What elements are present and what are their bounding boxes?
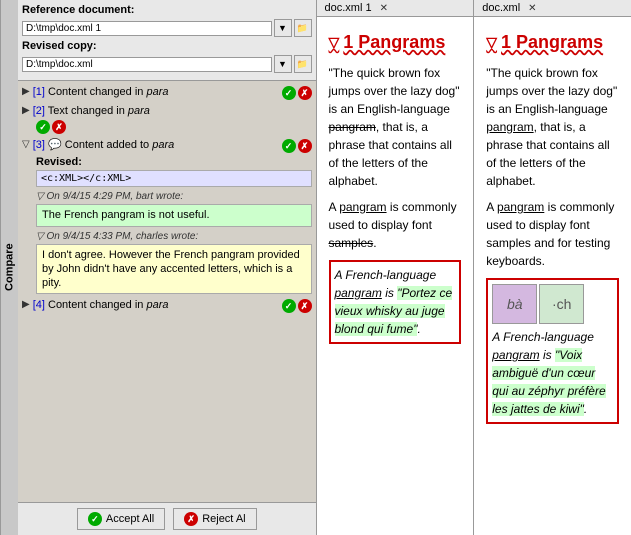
change-3-text: [3] 💬 Content added to para [33,138,280,152]
doc1-close[interactable]: ✕ [380,3,388,14]
change-4-header[interactable]: ▶ [4] Content changed in para ✓ ✗ [22,298,312,313]
doc2-title: ▽ 1 Pangrams [486,29,619,56]
doc1-title-arrow: ▽ [329,32,340,53]
doc2-pangram-underline: pangram [486,120,533,134]
change-2-num: [2] [33,105,45,117]
reject-all-label: Reject Al [202,513,245,525]
doc2-images: bà ·ch [492,284,613,324]
revised-label-3: Revised: [36,156,312,168]
revised-folder-button[interactable]: 📁 [294,55,312,73]
reference-browse-button[interactable]: ▼ [274,19,292,37]
doc1-samples-strike: samples [329,236,374,250]
main-container: Compare Reference document: ▼ 📁 Revised … [0,0,631,535]
doc-panel-1: doc.xml 1 ✕ ▽ 1 Pangrams "The quick brow… [316,0,474,535]
doc1-pangram2: pangram [339,200,386,214]
sidebar: Compare Reference document: ▼ 📁 Revised … [0,0,316,535]
reference-folder-button[interactable]: 📁 [294,19,312,37]
change-item-3: ▽ [3] 💬 Content added to para ✓ ✗ Revise… [22,138,312,294]
change-2-header[interactable]: ▶ [2] Text changed in para [22,104,312,118]
accept-all-icon: ✓ [88,512,102,526]
reference-label: Reference document: [22,4,134,16]
doc1-tab[interactable]: doc.xml 1 ✕ [317,0,474,17]
doc2-tab-label: doc.xml [482,2,520,14]
change-4-arrow: ▶ [22,299,30,310]
change-2-reject[interactable]: ✗ [52,120,66,134]
doc2-img-ba: bà [492,284,537,324]
doc2-french-text: A French-language pangram is "Voix ambig… [492,330,605,416]
change-item-1: ▶ [1] Content changed in para ✓ ✗ [22,85,312,100]
change-1-para: para [146,86,168,98]
doc1-title-text: 1 Pangrams [343,29,445,56]
revised-label: Revised copy: [22,40,97,52]
change-4-icons: ✓ ✗ [282,299,312,313]
change-3-icons: ✓ ✗ [282,139,312,153]
bottom-bar: ✓ Accept All ✗ Reject Al [18,502,316,535]
change-4-accept[interactable]: ✓ [282,299,296,313]
change-1-arrow: ▶ [22,86,30,97]
change-4-reject[interactable]: ✗ [298,299,312,313]
doc2-tab[interactable]: doc.xml ✕ [474,0,631,17]
comment-1-header: ▽ On 9/4/15 4:29 PM, bart wrote: [36,191,312,202]
change-1-icons: ✓ ✗ [282,86,312,100]
change-3-expanded: Revised: <c:XML></c:XML> ▽ On 9/4/15 4:2… [22,156,312,294]
change-3-num: [3] [33,139,45,151]
change-1-num: [1] [33,86,45,98]
change-1-header[interactable]: ▶ [1] Content changed in para ✓ ✗ [22,85,312,100]
change-2-accept[interactable]: ✓ [36,120,50,134]
change-item-4: ▶ [4] Content changed in para ✓ ✗ [22,298,312,313]
change-3-header[interactable]: ▽ [3] 💬 Content added to para ✓ ✗ [22,138,312,153]
compare-label: Compare [0,0,18,535]
comment-2-body: I don't agree. However the French pangra… [36,244,312,295]
change-4-num: [4] [33,299,45,311]
doc1-para1: "The quick brown fox jumps over the lazy… [329,64,462,190]
doc2-title-text: 1 Pangrams [501,29,603,56]
reference-path-input[interactable] [22,21,272,36]
doc1-tab-label: doc.xml 1 [325,2,372,14]
revised-browse-button[interactable]: ▼ [274,55,292,73]
change-2-arrow: ▶ [22,105,30,116]
change-4-para: para [146,299,168,311]
changes-list: ▶ [1] Content changed in para ✓ ✗ ▶ [18,81,316,502]
comment-1-body: The French pangram is not useful. [36,204,312,226]
change-2-para: para [128,105,150,117]
change-3-reject[interactable]: ✗ [298,139,312,153]
sidebar-header: Reference document: ▼ 📁 Revised copy: ▼ … [18,0,316,81]
change-2-text: [2] Text changed in para [33,104,312,118]
doc2-img-ch: ·ch [539,284,584,324]
doc2-french-pangram: pangram [492,348,539,362]
doc-panels: doc.xml 1 ✕ ▽ 1 Pangrams "The quick brow… [316,0,631,535]
doc2-title-arrow: ▽ [486,32,497,53]
change-item-2: ▶ [2] Text changed in para ✓ ✗ [22,104,312,134]
change-1-text: [1] Content changed in para [33,85,280,99]
doc2-para1: "The quick brown fox jumps over the lazy… [486,64,619,190]
revised-path-input[interactable] [22,57,272,72]
change-4-text: [4] Content changed in para [33,298,280,312]
doc1-french-pangram: pangram [335,286,382,300]
doc1-changed-box: A French-language pangram is "Portez ce … [329,260,462,344]
change-3-para: para [152,139,174,151]
change-3-accept[interactable]: ✓ [282,139,296,153]
comment-thread-1: ▽ On 9/4/15 4:29 PM, bart wrote: The Fre… [36,191,312,226]
reject-all-button[interactable]: ✗ Reject Al [173,508,256,530]
doc2-pangram2: pangram [497,200,544,214]
revised-code-3: <c:XML></c:XML> [36,170,312,187]
change-1-reject[interactable]: ✗ [298,86,312,100]
doc2-close[interactable]: ✕ [528,3,536,14]
doc-panel-2: doc.xml ✕ ▽ 1 Pangrams "The quick brown … [473,0,631,535]
doc2-content: ▽ 1 Pangrams "The quick brown fox jumps … [474,17,631,535]
comment-thread-2: ▽ On 9/4/15 4:33 PM, charles wrote: I do… [36,231,312,295]
accept-all-label: Accept All [106,513,154,525]
doc1-content: ▽ 1 Pangrams "The quick brown fox jumps … [317,17,474,535]
accept-all-button[interactable]: ✓ Accept All [77,508,165,530]
doc1-pangram-strike: pangram [329,120,376,134]
doc2-changed-box: bà ·ch A French-language pangram is "Voi… [486,278,619,424]
doc1-para2: A pangram is commonly used to display fo… [329,198,462,252]
change-3-arrow: ▽ [22,139,30,150]
doc1-title: ▽ 1 Pangrams [329,29,462,56]
doc2-para2: A pangram is commonly used to display fo… [486,198,619,270]
reject-all-icon: ✗ [184,512,198,526]
change-1-accept[interactable]: ✓ [282,86,296,100]
comment-2-header: ▽ On 9/4/15 4:33 PM, charles wrote: [36,231,312,242]
